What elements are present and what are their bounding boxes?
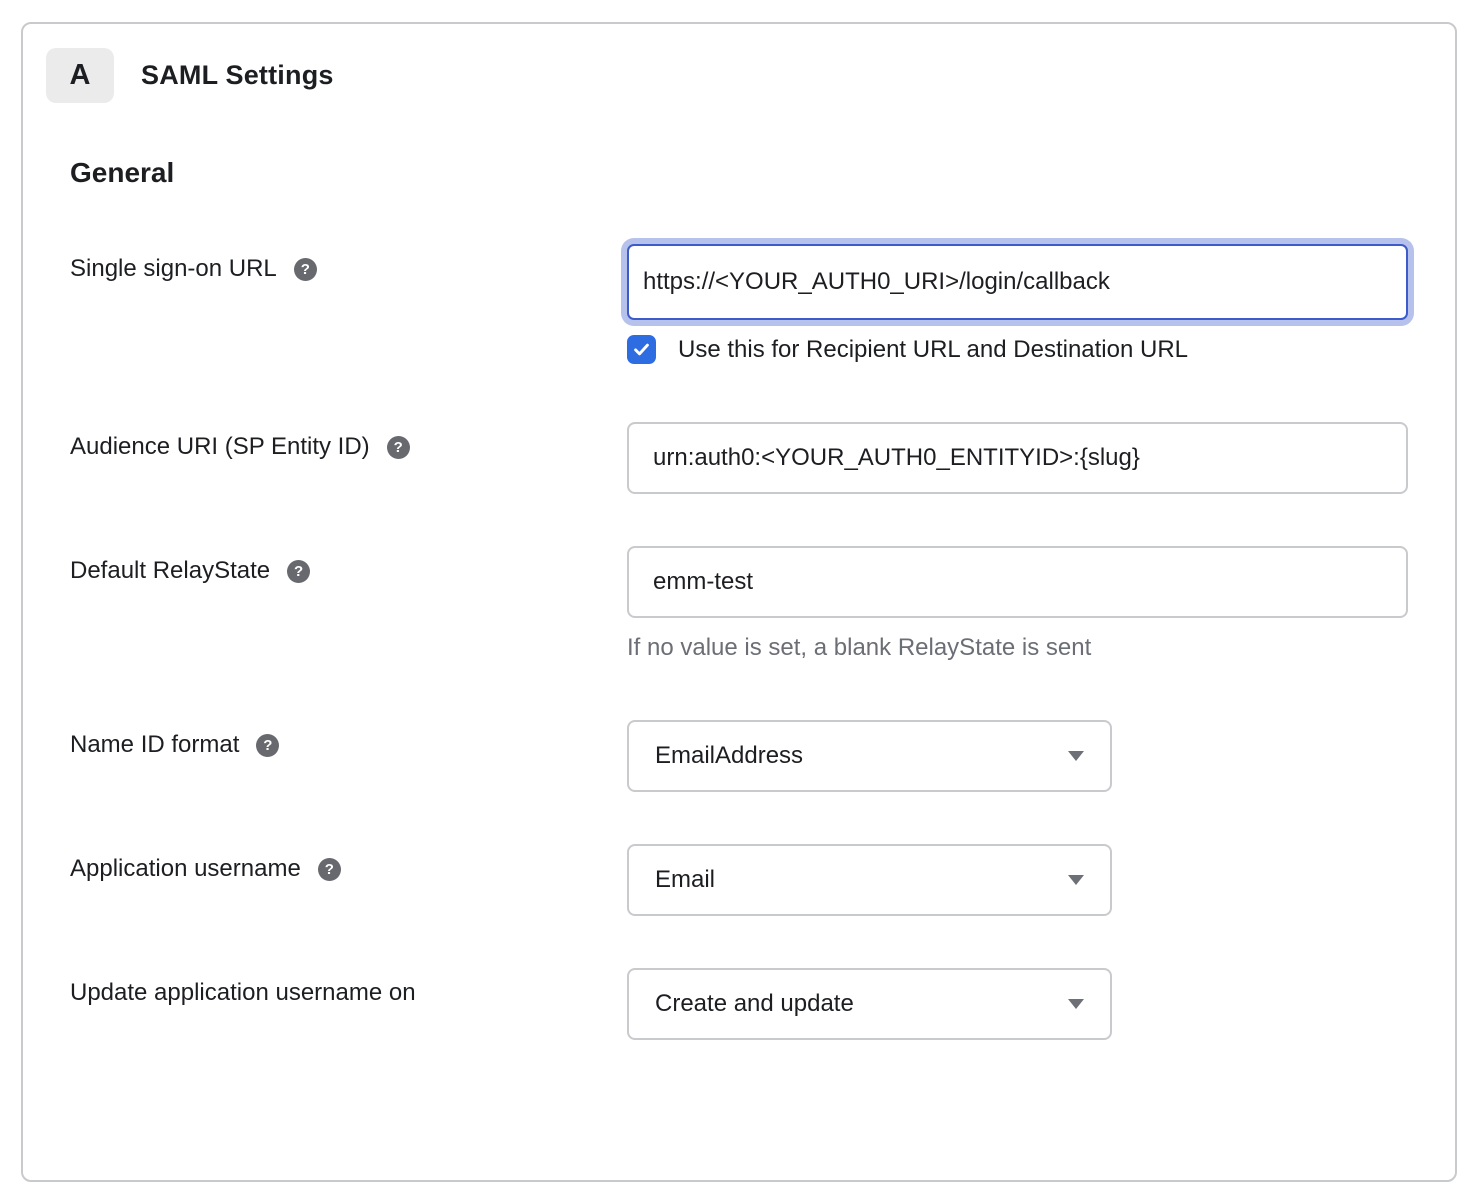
name-id-format-value: EmailAddress [655,742,803,770]
audience-uri-input[interactable] [627,422,1408,494]
application-username-value: Email [655,866,715,894]
name-id-format-label: Name ID format [70,731,239,759]
recipient-url-checkbox-label: Use this for Recipient URL and Destinati… [678,336,1188,364]
card-header: A SAML Settings [46,48,1455,103]
chevron-down-icon [1068,875,1084,885]
recipient-url-checkbox[interactable] [627,335,656,364]
help-icon[interactable]: ? [318,858,341,881]
chevron-down-icon [1068,751,1084,761]
audience-uri-label: Audience URI (SP Entity ID) [70,433,370,461]
field-row-single-sign-on-url: Single sign-on URL ? Use this for Recipi… [70,244,1455,364]
help-icon[interactable]: ? [287,560,310,583]
help-icon[interactable]: ? [294,258,317,281]
single-sign-on-url-input[interactable] [627,244,1408,320]
help-icon[interactable]: ? [256,734,279,757]
application-username-label: Application username [70,855,301,883]
field-row-default-relaystate: Default RelayState ? If no value is set,… [70,546,1455,662]
saml-settings-card: A SAML Settings General Single sign-on U… [21,22,1457,1182]
update-application-username-label: Update application username on [70,979,416,1007]
checkmark-icon [632,340,651,359]
help-icon[interactable]: ? [387,436,410,459]
default-relaystate-label: Default RelayState [70,557,270,585]
default-relaystate-input[interactable] [627,546,1408,618]
application-username-select[interactable]: Email [627,844,1112,916]
update-application-username-select[interactable]: Create and update [627,968,1112,1040]
step-badge: A [46,48,114,103]
relaystate-helper-text: If no value is set, a blank RelayState i… [627,634,1408,662]
single-sign-on-url-label: Single sign-on URL [70,255,277,283]
field-row-name-id-format: Name ID format ? EmailAddress [70,720,1455,792]
update-application-username-value: Create and update [655,990,854,1018]
chevron-down-icon [1068,999,1084,1009]
field-row-application-username: Application username ? Email [70,844,1455,916]
page-title: SAML Settings [141,60,334,91]
field-row-update-application-username: Update application username on Create an… [70,968,1455,1040]
section-heading: General [70,157,1455,189]
field-row-audience-uri: Audience URI (SP Entity ID) ? [70,422,1455,494]
name-id-format-select[interactable]: EmailAddress [627,720,1112,792]
saml-settings-form: Single sign-on URL ? Use this for Recipi… [23,244,1455,1040]
